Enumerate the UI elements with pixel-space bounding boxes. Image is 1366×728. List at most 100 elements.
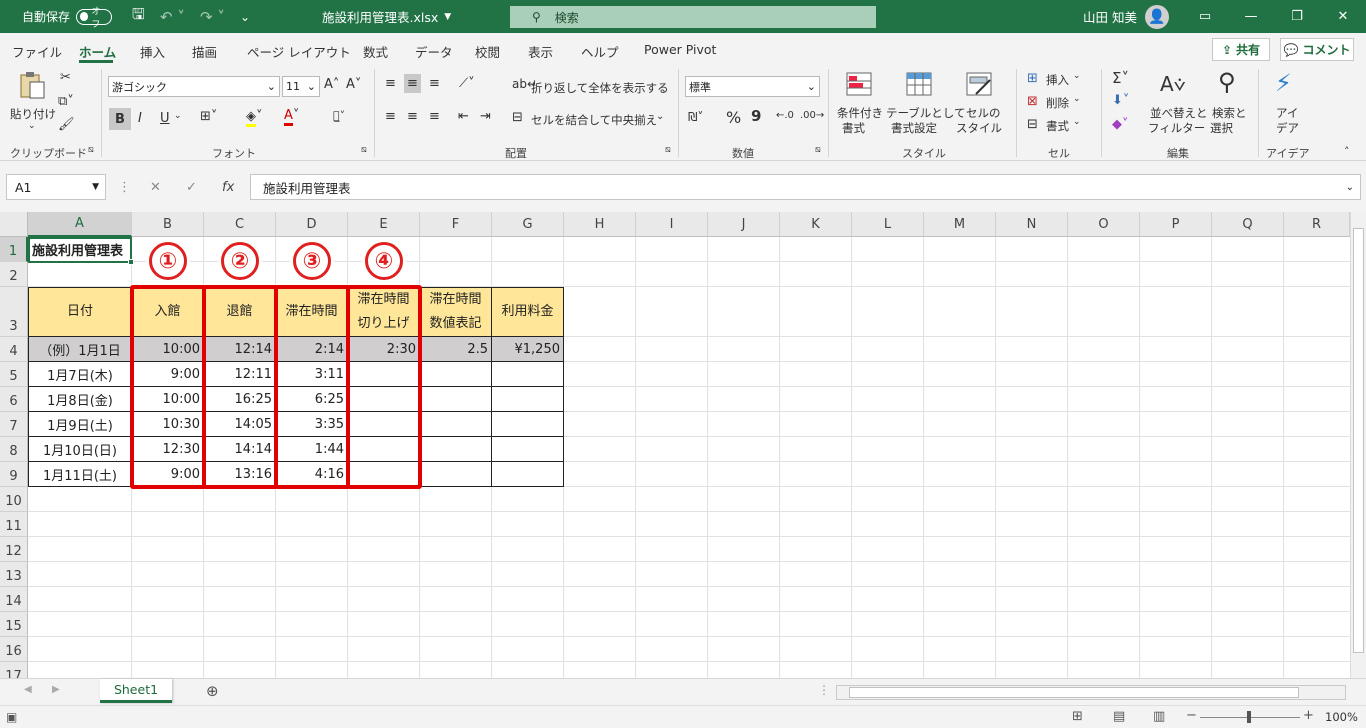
format-as-table-label-1[interactable]: テーブルとして [886, 105, 965, 121]
zoom-slider-thumb[interactable] [1247, 711, 1251, 723]
column-header-q[interactable]: Q [1212, 212, 1284, 237]
zoom-out-icon[interactable]: − [1186, 708, 1197, 723]
ideas-icon[interactable]: ⚡ [1275, 69, 1292, 97]
expand-formula-icon[interactable]: ⌄ [1346, 182, 1354, 193]
close-icon[interactable]: ✕ [1320, 0, 1366, 33]
find-select-label-1[interactable]: 検索と [1212, 105, 1247, 121]
insert-dropdown-icon[interactable]: ⌄ [1073, 71, 1081, 81]
row-header-10[interactable]: 10 [0, 487, 28, 512]
row-header-5[interactable]: 5 [0, 362, 28, 387]
tab-insert[interactable]: 挿入 [140, 42, 165, 61]
conditional-format-label-1[interactable]: 条件付き [837, 105, 883, 121]
merge-dropdown-icon[interactable]: ⌄ [656, 111, 664, 122]
add-sheet-icon[interactable]: ⊕ [206, 682, 219, 700]
tab-help[interactable]: ヘルプ [581, 42, 619, 61]
tab-file[interactable]: ファイル [12, 42, 62, 61]
merge-center-button[interactable]: セルを結合して中央揃え [531, 112, 657, 128]
enter-icon[interactable]: ✓ [186, 180, 197, 195]
tab-formulas[interactable]: 数式 [363, 42, 388, 61]
column-header-i[interactable]: I [636, 212, 708, 237]
row-header-11[interactable]: 11 [0, 512, 28, 537]
fill-handle[interactable] [128, 259, 134, 265]
prev-sheet-icon[interactable]: ◀ [24, 684, 32, 695]
comment-button[interactable]: 💬 コメント [1280, 38, 1354, 61]
font-color-icon[interactable]: A˅ [284, 108, 299, 126]
split-handle-icon[interactable]: ⋮ [818, 683, 830, 697]
tab-view[interactable]: 表示 [528, 42, 553, 61]
sort-filter-label-2[interactable]: フィルター [1148, 120, 1205, 136]
row-header-6[interactable]: 6 [0, 387, 28, 412]
example-cell-g[interactable]: ¥1,250 [492, 337, 564, 362]
column-header-g[interactable]: G [492, 212, 564, 237]
undo-icon[interactable]: ↶ ˅ [160, 0, 185, 33]
borders-icon[interactable]: ⊞˅ [200, 109, 217, 124]
row-header-7[interactable]: 7 [0, 412, 28, 437]
paste-label[interactable]: 貼り付け [10, 106, 56, 122]
search-box[interactable]: ⚲ 検索 [510, 6, 876, 28]
number-launcher-icon[interactable]: ⧅ [815, 145, 821, 155]
formula-input[interactable]: 施設利用管理表 ⌄ [250, 174, 1361, 200]
ribbon-display-icon[interactable]: ▭ [1182, 0, 1228, 33]
column-header-p[interactable]: P [1140, 212, 1212, 237]
page-break-view-icon[interactable]: ▥ [1153, 709, 1165, 724]
format-dropdown-icon[interactable]: ⌄ [1073, 117, 1081, 127]
conditional-format-icon[interactable] [846, 72, 874, 98]
insert-cells-icon[interactable]: ⊞ [1027, 71, 1038, 86]
minimize-icon[interactable]: — [1228, 0, 1274, 33]
column-header-n[interactable]: N [996, 212, 1068, 237]
example-cell-a[interactable]: （例）1月1日 [28, 337, 132, 362]
autosave-toggle[interactable]: オフ [76, 7, 113, 30]
share-button[interactable]: ⇪ 共有 [1212, 38, 1270, 61]
ideas-label-1[interactable]: アイ [1276, 105, 1298, 121]
restore-icon[interactable]: ❐ [1274, 0, 1320, 33]
clipboard-launcher-icon[interactable]: ⧅ [88, 145, 94, 155]
align-middle-icon[interactable]: ≡ [404, 74, 421, 93]
comma-button[interactable]: 9 [751, 107, 761, 125]
cell-styles-label-1[interactable]: セルの [966, 105, 1001, 121]
insert-cells-button[interactable]: 挿入 [1046, 72, 1069, 88]
vertical-scrollbar[interactable] [1350, 212, 1366, 678]
row-header-1[interactable]: 1 [0, 237, 28, 262]
paste-icon[interactable] [18, 71, 46, 99]
data-cell-f8[interactable] [420, 437, 492, 462]
italic-button[interactable]: I [138, 111, 142, 126]
data-cell-f7[interactable] [420, 412, 492, 437]
increase-indent-icon[interactable]: ⇥ [480, 109, 491, 124]
column-header-f[interactable]: F [420, 212, 492, 237]
merge-center-icon[interactable]: ⊟ [512, 110, 523, 125]
row-header-12[interactable]: 12 [0, 537, 28, 562]
percent-button[interactable]: % [726, 108, 741, 127]
example-cell-f[interactable]: 2.5 [420, 337, 492, 362]
vertical-scroll-thumb[interactable] [1353, 228, 1364, 653]
align-center-icon[interactable]: ≡ [407, 109, 418, 124]
decrease-decimal-icon[interactable]: .00→ [800, 110, 824, 121]
format-as-table-label-2[interactable]: 書式設定 [891, 120, 937, 136]
fill-color-icon[interactable]: ◈˅ [246, 109, 263, 127]
page-layout-view-icon[interactable]: ▤ [1113, 709, 1125, 724]
underline-button[interactable]: U [160, 111, 170, 126]
fill-icon[interactable]: ⬇˅ [1112, 93, 1129, 108]
zoom-in-icon[interactable]: + [1303, 708, 1314, 723]
bold-button[interactable]: B [109, 108, 131, 130]
column-header-j[interactable]: J [708, 212, 780, 237]
column-header-l[interactable]: L [852, 212, 924, 237]
alignment-launcher-icon[interactable]: ⧅ [665, 145, 671, 155]
wrap-text-button[interactable]: 折り返して全体を表示する [531, 80, 669, 96]
collapse-ribbon-icon[interactable]: ˄ [1344, 145, 1350, 158]
data-cell-a9[interactable]: 1月11日(土) [28, 462, 132, 487]
cell-styles-icon[interactable] [966, 72, 994, 98]
font-size-combo[interactable]: 11 ⌄ [282, 76, 320, 97]
column-header-c[interactable]: C [204, 212, 276, 237]
data-cell-g9[interactable] [492, 462, 564, 487]
data-cell-g7[interactable] [492, 412, 564, 437]
column-header-d[interactable]: D [276, 212, 348, 237]
ideas-label-2[interactable]: デア [1276, 120, 1299, 136]
clear-icon[interactable]: ◆˅ [1112, 117, 1129, 132]
row-header-4[interactable]: 4 [0, 337, 28, 362]
row-header-15[interactable]: 15 [0, 612, 28, 637]
conditional-format-label-2[interactable]: 書式 [842, 120, 865, 136]
customize-qat-icon[interactable]: ⌄ [240, 0, 250, 33]
format-as-table-icon[interactable] [906, 72, 934, 98]
format-cells-icon[interactable]: ⊟ [1027, 117, 1038, 132]
orientation-icon[interactable]: ⟋˅ [459, 76, 475, 91]
